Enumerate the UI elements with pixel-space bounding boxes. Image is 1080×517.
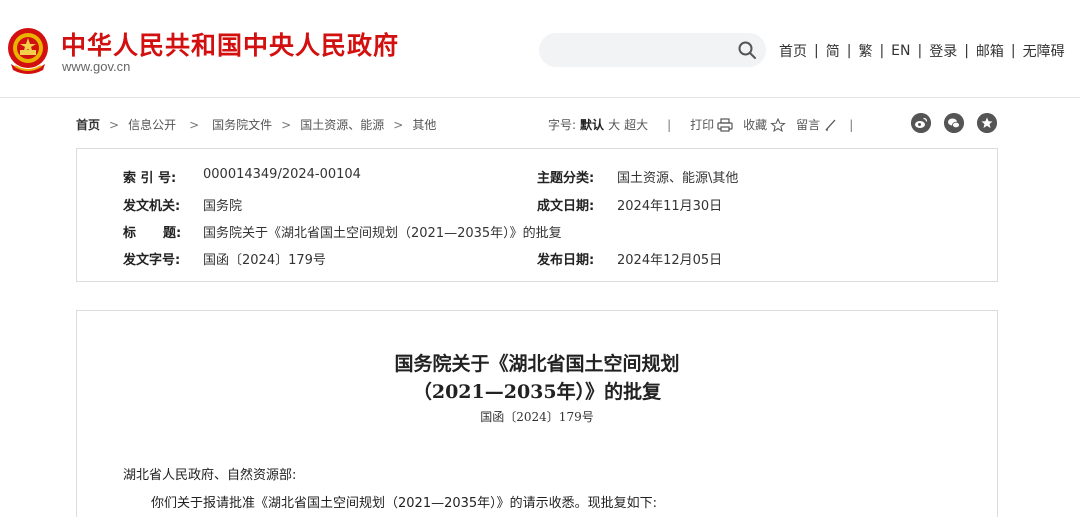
search-box [539, 33, 766, 67]
weibo-icon[interactable] [911, 113, 931, 133]
date-written-row: 成文日期: 2024年11月30日 [537, 195, 722, 214]
breadcrumb-state-council-docs[interactable]: 国务院文件 [212, 116, 272, 133]
star-filled-icon[interactable] [977, 113, 997, 133]
print-button[interactable]: 打印 [690, 116, 714, 133]
page-tools: 字号: 默认 大 超大 | 打印 收藏 留言 | [548, 116, 863, 133]
comment-button[interactable]: 留言 [796, 116, 820, 133]
font-xlarge-button[interactable]: 超大 [624, 116, 648, 133]
simplified-chinese-link[interactable]: 简 [826, 41, 840, 61]
date-published-label: 发布日期: [537, 253, 595, 268]
tools-separator: | [667, 117, 672, 132]
breadcrumb-info-public[interactable]: 信息公开 [128, 116, 176, 133]
login-link[interactable]: 登录 [929, 41, 957, 61]
breadcrumb-arrow: > [393, 117, 404, 132]
document-content: 国务院关于《湖北省国土空间规划 （2021—2035年）》的批复 国函〔2024… [76, 310, 998, 517]
document-paragraph: 你们关于报请批准《湖北省国土空间规划（2021—2035年）》的请示收悉。现批复… [151, 496, 658, 511]
font-size-label: 字号: [548, 118, 577, 132]
breadcrumb-other[interactable]: 其他 [412, 116, 436, 133]
site-url: www.gov.cn [62, 59, 131, 74]
tools-separator: | [849, 117, 854, 132]
title-row: 标 题: 国务院关于《湖北省国土空间规划（2021—2035年）》的批复 [123, 222, 562, 241]
index-number-label: 索 引 号: [123, 171, 177, 186]
document-number-label: 发文字号: [123, 253, 181, 268]
accessibility-link[interactable]: 无障碍 [1023, 41, 1065, 61]
breadcrumb-arrow: > [281, 117, 292, 132]
home-link[interactable]: 首页 [779, 41, 807, 61]
top-links: 首页 | 简 | 繁 | EN | 登录 | 邮箱 | 无障碍 [779, 41, 1065, 61]
pencil-icon[interactable] [823, 118, 839, 132]
search-input[interactable] [555, 39, 725, 61]
date-written-label: 成文日期: [537, 199, 595, 214]
topic-label: 主题分类: [537, 171, 595, 186]
favorite-button[interactable]: 收藏 [743, 116, 767, 133]
link-separator: | [814, 43, 819, 59]
national-emblem-icon[interactable] [5, 26, 51, 76]
date-written-value: 2024年11月30日 [617, 199, 723, 214]
font-large-button[interactable]: 大 [608, 116, 620, 133]
site-header: 中华人民共和国中央人民政府 www.gov.cn 首页 | 简 | 繁 | EN… [0, 0, 1080, 98]
topic-row: 主题分类: 国土资源、能源\其他 [537, 167, 738, 186]
title-label: 标 [123, 226, 137, 241]
traditional-chinese-link[interactable]: 繁 [858, 41, 872, 61]
link-separator: | [917, 43, 923, 59]
index-number-row: 索 引 号: 000014349/2024-00104 [123, 167, 361, 186]
document-salutation: 湖北省人民政府、自然资源部: [123, 468, 297, 483]
link-separator: | [1010, 43, 1016, 59]
title-label: 题: [163, 226, 182, 241]
link-separator: | [879, 43, 885, 59]
font-default-button[interactable]: 默认 [580, 116, 604, 133]
email-link[interactable]: 邮箱 [976, 41, 1004, 61]
document-title-line2: （2021—2035年）》的批复 [412, 381, 662, 403]
document-number-value: 国函〔2024〕179号 [203, 253, 326, 268]
printer-icon[interactable] [717, 117, 733, 132]
document-title-line1: 国务院关于《湖北省国土空间规划 [394, 353, 680, 375]
star-outline-icon[interactable] [770, 117, 786, 132]
wechat-icon[interactable] [944, 113, 964, 133]
index-number-value: 000014349/2024-00104 [203, 167, 361, 182]
english-link[interactable]: EN [891, 43, 910, 59]
document-metadata-box: 索 引 号: 000014349/2024-00104 主题分类: 国土资源、能… [76, 148, 998, 282]
issuer-row: 发文机关: 国务院 [123, 195, 242, 214]
date-published-row: 发布日期: 2024年12月05日 [537, 249, 722, 268]
breadcrumb-arrow: > [109, 117, 120, 132]
link-separator: | [964, 43, 969, 59]
breadcrumb-land-energy[interactable]: 国土资源、能源 [300, 116, 384, 133]
document-number: 国函〔2024〕179号 [480, 410, 594, 424]
breadcrumb-home[interactable]: 首页 [76, 116, 100, 133]
title-value: 国务院关于《湖北省国土空间规划（2021—2035年）》的批复 [203, 226, 562, 241]
date-published-value: 2024年12月05日 [617, 253, 723, 268]
topic-value: 国土资源、能源\其他 [617, 171, 739, 186]
document-number-row: 发文字号: 国函〔2024〕179号 [123, 249, 326, 268]
breadcrumb-arrow: > [189, 117, 200, 132]
site-title[interactable]: 中华人民共和国中央人民政府 [61, 26, 399, 62]
link-separator: | [846, 43, 852, 59]
issuer-label: 发文机关: [123, 199, 181, 214]
search-icon[interactable] [737, 40, 757, 60]
issuer-value: 国务院 [203, 199, 243, 214]
breadcrumb: 首页 > 信息公开 > 国务院文件 > 国土资源、能源 > 其他 [76, 116, 436, 133]
